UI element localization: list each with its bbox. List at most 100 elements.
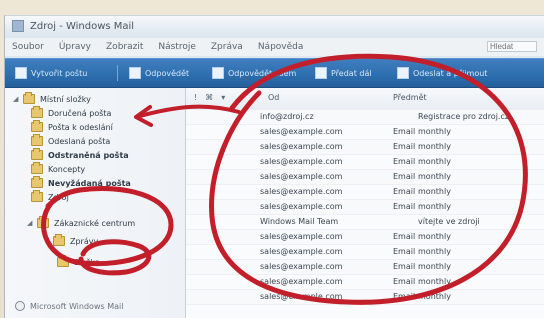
- message-from: sales@example.com: [260, 157, 343, 166]
- message-row[interactable]: sales@example.com Email monthly: [186, 245, 544, 260]
- message-subject: Registrace pro zdroj.cz: [418, 112, 510, 121]
- reply-all-icon: [212, 67, 224, 79]
- toolbar-separator: [117, 65, 118, 81]
- message-row[interactable]: sales@example.com Email monthly: [186, 260, 544, 275]
- menubar: Soubor Úpravy Zobrazit Nástroje Zpráva N…: [5, 38, 544, 56]
- send-receive-button[interactable]: Odeslat a přijmout: [397, 66, 487, 80]
- menu-edit[interactable]: Úpravy: [59, 42, 91, 52]
- message-row[interactable]: sales@example.com Email monthly: [186, 185, 544, 200]
- forward-icon: [315, 67, 327, 79]
- tree-label: Pošta k odeslání: [48, 122, 113, 132]
- tree-label: Doručená pošta: [48, 108, 112, 118]
- message-row[interactable]: sales@example.com Email monthly: [186, 155, 544, 170]
- search-input[interactable]: [487, 41, 537, 52]
- message-row[interactable]: sales@example.com Email monthly: [186, 200, 544, 215]
- new-mail-label: Vytvořit poštu: [31, 68, 88, 78]
- tree-inbox[interactable]: Doručená pošta: [31, 106, 111, 120]
- menu-message[interactable]: Zpráva: [211, 42, 243, 52]
- message-row[interactable]: sales@example.com Email monthly: [186, 290, 544, 305]
- message-from: sales@example.com: [260, 247, 343, 256]
- titlebar: Zdroj - Windows Mail: [5, 16, 544, 36]
- screen: Zdroj - Windows Mail Soubor Úpravy Zobra…: [0, 0, 544, 318]
- message-from: Windows Mail Team: [260, 217, 339, 226]
- message-row[interactable]: Windows Mail Team vítejte ve zdroji: [186, 215, 544, 230]
- attachment-column-icon[interactable]: ⌘: [205, 93, 213, 102]
- tree-messages[interactable]: Zprávy: [53, 234, 98, 248]
- message-tag: Email: [393, 172, 416, 181]
- message-tag: Email: [393, 277, 416, 286]
- tree-junk[interactable]: Nevyžádaná pošta: [31, 176, 131, 190]
- mail-app-icon: [12, 20, 24, 32]
- message-subject: monthly: [418, 142, 451, 151]
- flag-column-icon[interactable]: !: [194, 93, 197, 102]
- message-row[interactable]: sales@example.com Email monthly: [186, 230, 544, 245]
- column-from[interactable]: Od: [268, 93, 279, 102]
- folder-icon: [31, 162, 43, 174]
- tree-customer-center[interactable]: ◢ Zákaznické centrum: [27, 216, 135, 230]
- window-title: Zdroj - Windows Mail: [30, 20, 135, 32]
- message-row[interactable]: sales@example.com Email monthly: [186, 170, 544, 185]
- reply-all-button[interactable]: Odpovědět všem: [212, 66, 296, 80]
- message-rows: info@zdroj.cz Registrace pro zdroj.cz sal…: [186, 110, 544, 318]
- menu-file[interactable]: Soubor: [12, 42, 44, 52]
- tree-folder[interactable]: Složka: [57, 255, 100, 269]
- tree-label: Zdroj: [48, 192, 69, 202]
- message-from: sales@example.com: [260, 232, 343, 241]
- message-list-header: ! ⌘ ▾ Od Předmět: [186, 88, 544, 111]
- message-from: sales@example.com: [260, 127, 343, 136]
- send-receive-icon: [397, 67, 409, 79]
- reply-button[interactable]: Odpovědět: [129, 66, 189, 80]
- message-subject: monthly: [418, 247, 451, 256]
- column-subject[interactable]: Předmět: [393, 93, 427, 102]
- message-subject: monthly: [418, 292, 451, 301]
- message-subject: monthly: [418, 172, 451, 181]
- message-tag: Email: [393, 247, 416, 256]
- message-row[interactable]: info@zdroj.cz Registrace pro zdroj.cz: [186, 110, 544, 125]
- reply-icon: [129, 67, 141, 79]
- message-subject: monthly: [418, 157, 451, 166]
- message-from: info@zdroj.cz: [260, 112, 314, 121]
- message-row[interactable]: sales@example.com Email monthly: [186, 275, 544, 290]
- tree-label: Odstraněná pošta: [48, 150, 129, 160]
- tree-label: Zákaznické centrum: [54, 218, 136, 228]
- message-tag: Email: [393, 232, 416, 241]
- folder-icon: [31, 106, 43, 118]
- message-row[interactable]: sales@example.com Email monthly: [186, 140, 544, 155]
- menu-view[interactable]: Zobrazit: [106, 42, 143, 52]
- reply-label: Odpovědět: [145, 68, 190, 78]
- folder-sidebar: ◢ Místní složky Doručená pošta Pošta k o…: [5, 88, 186, 318]
- sort-column-icon[interactable]: ▾: [221, 93, 225, 102]
- tree-drafts[interactable]: Koncepty: [31, 162, 85, 176]
- message-row[interactable]: sales@example.com Email monthly: [186, 125, 544, 140]
- tree-outbox[interactable]: Pošta k odeslání: [31, 120, 113, 134]
- menu-help[interactable]: Nápověda: [258, 42, 304, 52]
- message-from: sales@example.com: [260, 142, 343, 151]
- forward-button[interactable]: Předat dál: [315, 66, 372, 80]
- mail-window: Zdroj - Windows Mail Soubor Úpravy Zobra…: [4, 15, 544, 318]
- tree-sent[interactable]: Odeslaná pošta: [31, 134, 110, 148]
- message-subject: monthly: [418, 127, 451, 136]
- message-tag: Email: [393, 262, 416, 271]
- tree-label: Složka: [74, 257, 100, 267]
- tree-expand-icon: ◢: [13, 95, 19, 103]
- message-from: sales@example.com: [260, 292, 343, 301]
- folder-icon: [31, 148, 43, 160]
- folder-icon: [53, 234, 65, 246]
- new-mail-icon: [15, 67, 27, 79]
- tree-label: Odeslaná pošta: [48, 136, 111, 146]
- menu-tools[interactable]: Nástroje: [158, 42, 196, 52]
- send-receive-label: Odeslat a přijmout: [413, 68, 488, 78]
- folder-icon: [31, 134, 43, 146]
- tree-deleted[interactable]: Odstraněná pošta: [31, 148, 129, 162]
- folder-icon: [37, 216, 49, 228]
- tree-source[interactable]: Zdroj: [31, 190, 69, 204]
- tree-label: Místní složky: [40, 94, 91, 104]
- tree-local-folders[interactable]: ◢ Místní složky: [13, 92, 91, 106]
- sidebar-footer-label: Microsoft Windows Mail: [30, 301, 124, 311]
- tree-expand-icon: ◢: [27, 219, 33, 227]
- folder-icon: [57, 255, 69, 267]
- message-subject: monthly: [418, 277, 451, 286]
- new-mail-button[interactable]: Vytvořit poštu: [15, 66, 87, 80]
- message-tag: Email: [393, 187, 416, 196]
- message-from: sales@example.com: [260, 262, 343, 271]
